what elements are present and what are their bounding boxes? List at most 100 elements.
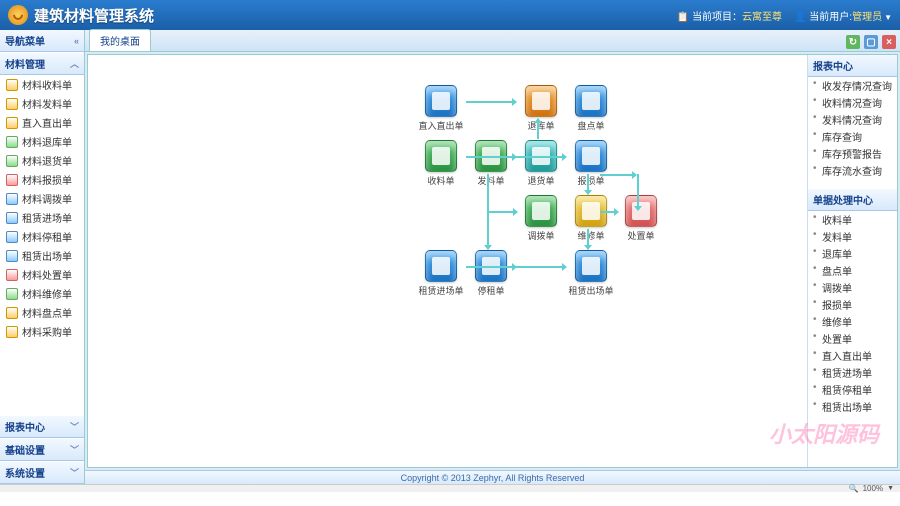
right-pane-section-reports: 报表中心 bbox=[808, 55, 897, 77]
right-pane-item[interactable]: 维修单 bbox=[808, 313, 897, 330]
sidebar-item[interactable]: 材料处置单 bbox=[0, 265, 84, 284]
sidebar-title: 导航菜单 bbox=[5, 33, 45, 48]
flow-arrow bbox=[537, 119, 539, 139]
sidebar-item[interactable]: 材料收料单 bbox=[0, 75, 84, 94]
sidebar-item-label: 材料处置单 bbox=[22, 267, 72, 282]
right-pane-item[interactable]: 处置单 bbox=[808, 330, 897, 347]
doc-icon bbox=[6, 307, 18, 319]
sidebar-item-label: 材料停租单 bbox=[22, 229, 72, 244]
flow-node-n11[interactable]: 租赁进场单 bbox=[418, 250, 464, 297]
window-icon[interactable]: ▢ bbox=[864, 35, 878, 49]
sidebar-items: 材料收料单材料发料单直入直出单材料退库单材料退货单材料报损单材料调拨单租赁进场单… bbox=[0, 75, 84, 415]
flow-arrow bbox=[587, 229, 589, 249]
sidebar-item[interactable]: 材料采购单 bbox=[0, 322, 84, 341]
tab-desktop[interactable]: 我的桌面 bbox=[89, 29, 151, 51]
sidebar-item[interactable]: 材料停租单 bbox=[0, 227, 84, 246]
flow-node-n8[interactable]: 调拨单 bbox=[518, 195, 564, 242]
sidebar-item-label: 租赁出场单 bbox=[22, 248, 72, 263]
doc-icon bbox=[6, 174, 18, 186]
right-pane-item[interactable]: 租赁进场单 bbox=[808, 364, 897, 381]
right-pane-item[interactable]: 退库单 bbox=[808, 245, 897, 262]
right-pane-item[interactable]: 直入直出单 bbox=[808, 347, 897, 364]
flow-node-label: 处置单 bbox=[618, 229, 664, 242]
sidebar-item-label: 租赁进场单 bbox=[22, 210, 72, 225]
chevron-down-icon: ﹀ bbox=[70, 420, 79, 433]
sidebar-item[interactable]: 材料盘点单 bbox=[0, 303, 84, 322]
accordion-section-materials[interactable]: 材料管理︿ bbox=[0, 52, 84, 75]
flow-node-label: 退货单 bbox=[518, 174, 564, 187]
right-pane-item[interactable]: 库存预警报告 bbox=[808, 145, 897, 162]
app-title: 建筑材料管理系统 bbox=[34, 5, 154, 26]
doc-icon bbox=[6, 231, 18, 243]
sidebar-item[interactable]: 材料调拨单 bbox=[0, 189, 84, 208]
accordion-section-basic[interactable]: 基础设置﹀ bbox=[0, 438, 84, 461]
accordion-section-reports[interactable]: 报表中心﹀ bbox=[0, 415, 84, 438]
flow-arrow bbox=[516, 156, 566, 158]
zoom-level: 100% bbox=[863, 484, 883, 493]
right-pane-section-docs: 单据处理中心 bbox=[808, 189, 897, 211]
flow-node-n6[interactable]: 退货单 bbox=[518, 140, 564, 187]
sidebar-item[interactable]: 材料退货单 bbox=[0, 151, 84, 170]
current-project[interactable]: 📋 当前项目：云寓至尊 bbox=[677, 8, 782, 23]
flow-node-label: 维修单 bbox=[568, 229, 614, 242]
chevron-down-icon: ﹀ bbox=[70, 466, 79, 479]
zoom-icon[interactable]: 🔍 bbox=[849, 484, 859, 493]
sidebar-title-bar: 导航菜单 « bbox=[0, 30, 84, 52]
tab-bar: 我的桌面 ↻ ▢ × bbox=[85, 30, 900, 52]
refresh-icon[interactable]: ↻ bbox=[846, 35, 860, 49]
sidebar-item-label: 材料退库单 bbox=[22, 134, 72, 149]
right-pane-item[interactable]: 收料单 bbox=[808, 211, 897, 228]
sidebar-item-label: 材料采购单 bbox=[22, 324, 72, 339]
accordion-section-system[interactable]: 系统设置﹀ bbox=[0, 461, 84, 484]
sidebar-item[interactable]: 材料退库单 bbox=[0, 132, 84, 151]
sidebar-item[interactable]: 直入直出单 bbox=[0, 113, 84, 132]
doc-icon bbox=[6, 212, 18, 224]
sidebar-item-label: 材料发料单 bbox=[22, 96, 72, 111]
current-user[interactable]: 👤 当前用户:管理员▼ bbox=[794, 8, 892, 23]
sidebar-item[interactable]: 材料发料单 bbox=[0, 94, 84, 113]
sidebar: 导航菜单 « 材料管理︿ 材料收料单材料发料单直入直出单材料退库单材料退货单材料… bbox=[0, 30, 85, 484]
right-pane-item[interactable]: 库存流水查询 bbox=[808, 162, 897, 179]
sidebar-item-label: 材料盘点单 bbox=[22, 305, 72, 320]
flow-node-n2[interactable]: 退库单 bbox=[518, 85, 564, 132]
doc-icon bbox=[6, 79, 18, 91]
sidebar-item[interactable]: 租赁出场单 bbox=[0, 246, 84, 265]
flow-node-n1[interactable]: 直入直出单 bbox=[418, 85, 464, 132]
right-pane-item[interactable]: 发料单 bbox=[808, 228, 897, 245]
flow-node-n4[interactable]: 收料单 bbox=[418, 140, 464, 187]
collapse-icon[interactable]: « bbox=[74, 36, 79, 46]
flow-node-icon bbox=[575, 85, 607, 117]
flow-node-icon bbox=[425, 250, 457, 282]
right-pane-item[interactable]: 租赁停租单 bbox=[808, 381, 897, 398]
flow-arrow bbox=[587, 174, 589, 194]
flow-node-n12[interactable]: 停租单 bbox=[468, 250, 514, 297]
flow-node-n7[interactable]: 报损单 bbox=[568, 140, 614, 187]
flow-node-label: 直入直出单 bbox=[418, 119, 464, 132]
right-pane-item[interactable]: 发料情况查询 bbox=[808, 111, 897, 128]
flow-node-icon bbox=[575, 140, 607, 172]
sidebar-item[interactable]: 租赁进场单 bbox=[0, 208, 84, 227]
status-bar: 🔍 100% ▼ bbox=[0, 484, 900, 492]
sidebar-item[interactable]: 材料维修单 bbox=[0, 284, 84, 303]
flow-node-icon bbox=[425, 85, 457, 117]
right-pane-item[interactable]: 收料情况查询 bbox=[808, 94, 897, 111]
right-pane-item[interactable]: 收发存情况查询 bbox=[808, 77, 897, 94]
right-pane-item[interactable]: 报损单 bbox=[808, 296, 897, 313]
flow-node-n3[interactable]: 盘点单 bbox=[568, 85, 614, 132]
flow-node-n10[interactable]: 处置单 bbox=[618, 195, 664, 242]
zoom-dropdown-icon[interactable]: ▼ bbox=[887, 485, 894, 492]
chevron-down-icon: ﹀ bbox=[70, 443, 79, 456]
right-pane-item[interactable]: 盘点单 bbox=[808, 262, 897, 279]
right-pane-item[interactable]: 库存查询 bbox=[808, 128, 897, 145]
flow-node-n13[interactable]: 租赁出场单 bbox=[568, 250, 614, 297]
flow-arrow bbox=[600, 211, 618, 213]
sidebar-item[interactable]: 材料报损单 bbox=[0, 170, 84, 189]
right-pane-item[interactable]: 租赁出场单 bbox=[808, 398, 897, 415]
flow-arrow bbox=[466, 101, 516, 103]
doc-icon bbox=[6, 136, 18, 148]
flow-node-n5[interactable]: 发料单 bbox=[468, 140, 514, 187]
right-pane-item[interactable]: 调拨单 bbox=[808, 279, 897, 296]
flow-node-n9[interactable]: 维修单 bbox=[568, 195, 614, 242]
main-area: 我的桌面 ↻ ▢ × 直入直出单退库单盘点单收料单发料单退货单报损单调拨单维修单… bbox=[85, 30, 900, 484]
close-icon[interactable]: × bbox=[882, 35, 896, 49]
